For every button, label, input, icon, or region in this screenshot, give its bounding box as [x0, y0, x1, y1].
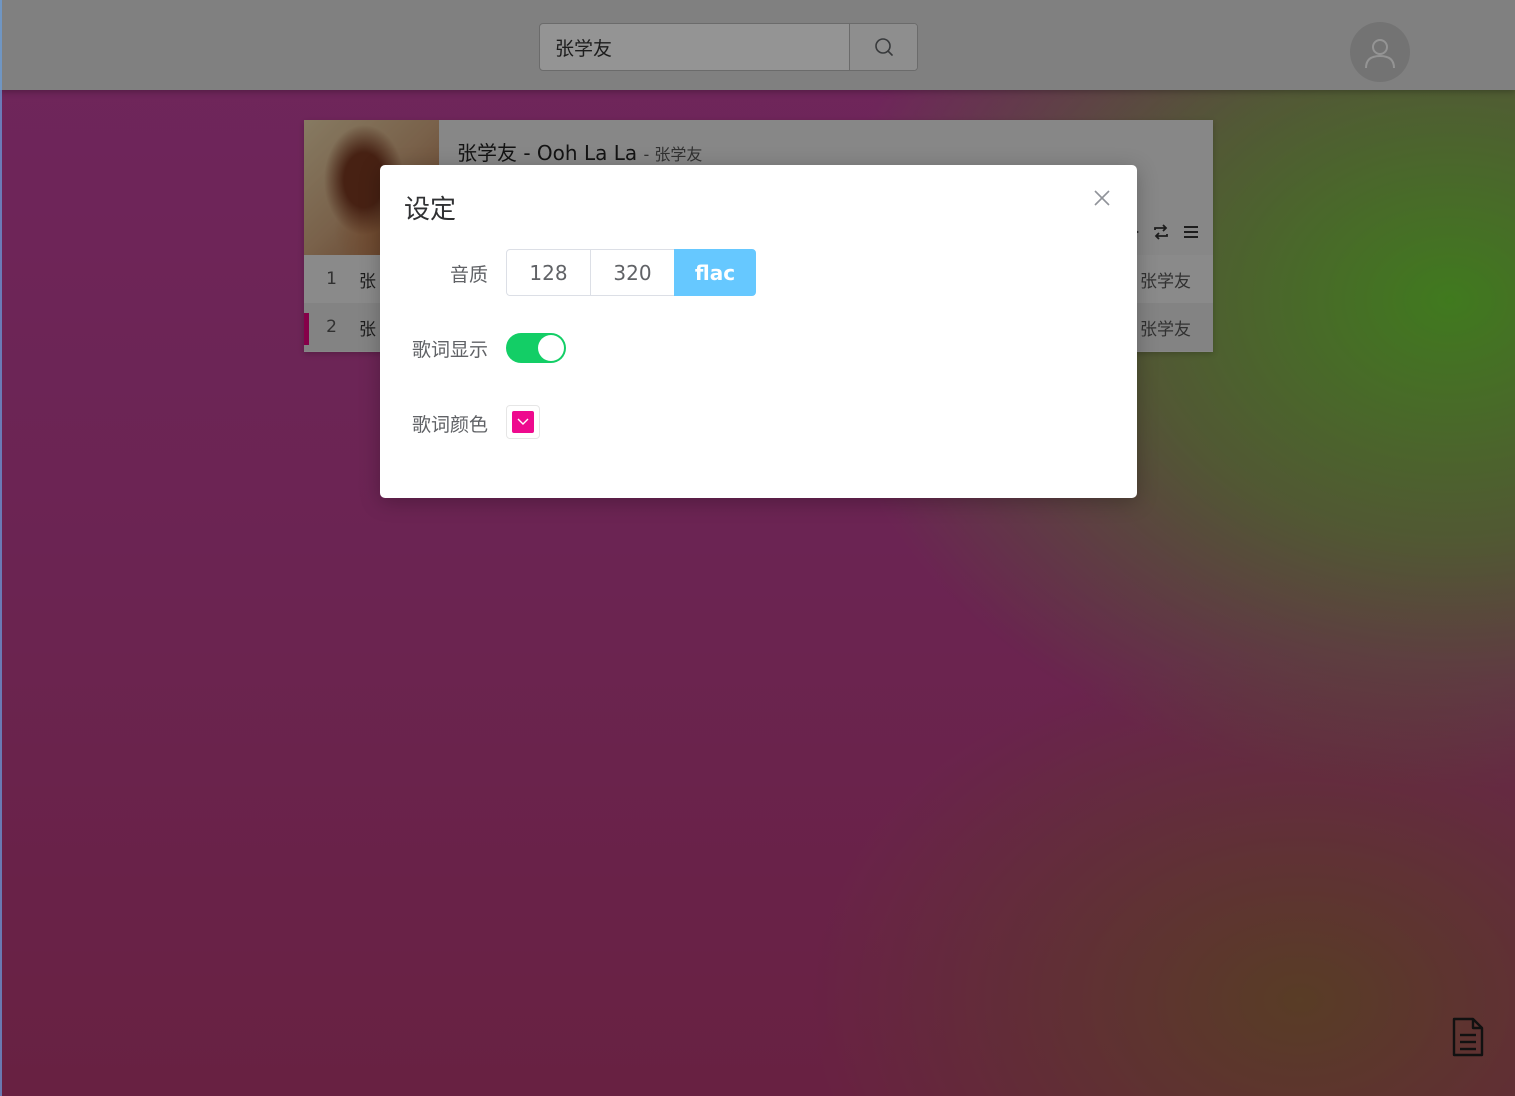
dialog-title: 设定 [404, 195, 457, 225]
color-swatch [512, 411, 534, 433]
quality-label: 音质 [449, 264, 488, 286]
lyrics-button[interactable] [1450, 1017, 1486, 1057]
lyric-color-label: 歌词颜色 [411, 414, 488, 436]
quality-selector: 128 320 flac [506, 249, 756, 296]
close-icon [1094, 190, 1110, 206]
quality-option-128[interactable]: 128 [506, 249, 591, 296]
settings-dialog: 设定 音质 128 320 flac 歌词显示 歌词颜色 [380, 165, 1137, 498]
lyric-display-label: 歌词显示 [411, 339, 488, 361]
chevron-down-icon [517, 418, 529, 425]
lyric-color-picker[interactable] [506, 405, 540, 439]
close-button[interactable] [1089, 185, 1115, 211]
lyric-display-toggle[interactable] [506, 333, 566, 363]
quality-option-320[interactable]: 320 [590, 249, 675, 296]
left-edge-line [0, 0, 2, 1096]
document-icon [1452, 1017, 1484, 1057]
toggle-knob [538, 335, 564, 361]
quality-option-flac[interactable]: flac [674, 249, 756, 296]
